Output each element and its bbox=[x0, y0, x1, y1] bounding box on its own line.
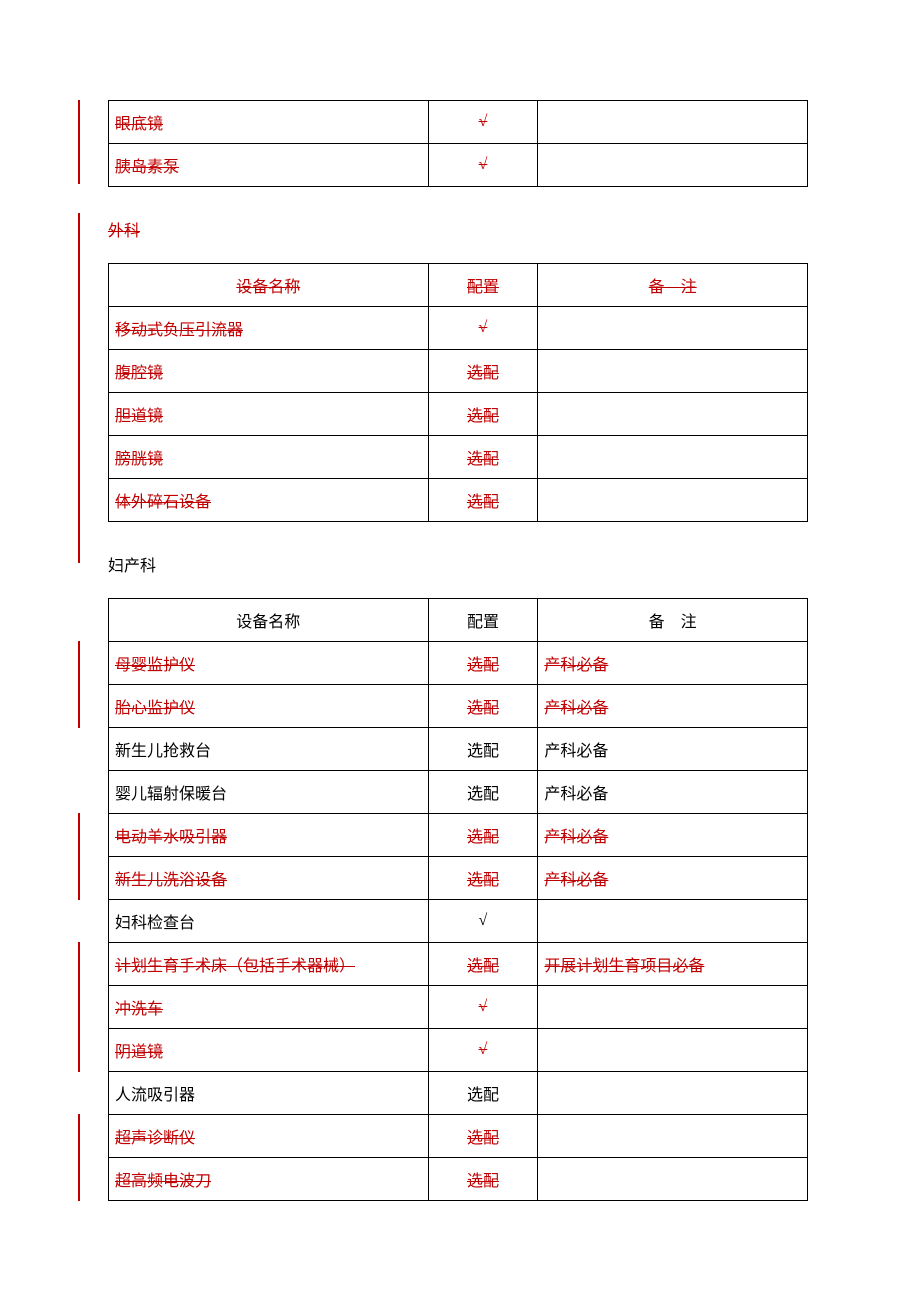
table-row: 婴儿辐射保暖台 选配 产科必备 bbox=[109, 771, 808, 814]
table-row: 超声诊断仪 选配 bbox=[109, 1115, 808, 1158]
cell-config: 选配 bbox=[467, 958, 499, 975]
table-row: 眼底镜 √ bbox=[109, 101, 808, 144]
cell-config: 选配 bbox=[467, 829, 499, 846]
cell-equipment-name: 计划生育手术床（包括手术器械） bbox=[115, 958, 355, 975]
cell-equipment-name: 妇科检查台 bbox=[115, 915, 195, 932]
text: 妇产科 bbox=[108, 558, 156, 575]
cell-note: 产科必备 bbox=[544, 700, 608, 717]
cell-config: √ bbox=[479, 998, 488, 1015]
cell-config: 选配 bbox=[467, 786, 499, 803]
revision-mark bbox=[78, 641, 80, 685]
cell-equipment-name: 膀胱镜 bbox=[115, 451, 163, 468]
cell-equipment-name: 新生儿抢救台 bbox=[115, 743, 211, 760]
cell-equipment-name: 胰岛素泵 bbox=[115, 159, 179, 176]
cell-config: 选配 bbox=[467, 451, 499, 468]
table-row: 胰岛素泵 √ bbox=[109, 144, 808, 187]
table-row: 阴道镜 √ bbox=[109, 1029, 808, 1072]
revision-mark bbox=[78, 813, 80, 857]
header-note: 备 注 bbox=[649, 279, 697, 296]
table-obgyn: 设备名称 配置 备 注 母婴监护仪选配产科必备胎心监护仪选配产科必备新生儿抢救台… bbox=[108, 598, 808, 1201]
cell-note: 产科必备 bbox=[544, 829, 608, 846]
cell-note: 开展计划生育项目必备 bbox=[544, 958, 704, 975]
revision-mark bbox=[78, 985, 80, 1029]
section-title-surgery: 外科 bbox=[108, 217, 808, 241]
table-row: 冲洗车 √ bbox=[109, 986, 808, 1029]
header-note: 备 注 bbox=[649, 614, 697, 631]
document-content: 眼底镜√胰岛素泵√ 外科 设备名称 配置 备 注 移动式负压引流器√腹腔镜选配胆… bbox=[108, 100, 808, 1201]
cell-config: 选配 bbox=[467, 700, 499, 717]
table-row: 胆道镜 选配 bbox=[109, 393, 808, 436]
header-config: 配置 bbox=[467, 614, 499, 631]
revision-mark bbox=[78, 213, 80, 563]
table-row: 体外碎石设备 选配 bbox=[109, 479, 808, 522]
table-row: 妇科检查台 √ bbox=[109, 900, 808, 943]
cell-config: √ bbox=[479, 1041, 488, 1058]
revision-mark bbox=[78, 942, 80, 986]
revision-mark bbox=[78, 1157, 80, 1201]
cell-config: √ bbox=[479, 113, 488, 130]
table-row: 超高频电波刀 选配 bbox=[109, 1158, 808, 1201]
table-row: 腹腔镜 选配 bbox=[109, 350, 808, 393]
table-surgery: 设备名称 配置 备 注 移动式负压引流器√腹腔镜选配胆道镜选配膀胱镜选配体外碎石… bbox=[108, 263, 808, 522]
table-fragment-top: 眼底镜 √ 胰岛素泵 √ bbox=[108, 100, 808, 187]
revision-mark bbox=[78, 1114, 80, 1158]
cell-config: 选配 bbox=[467, 872, 499, 889]
cell-note: 产科必备 bbox=[544, 657, 608, 674]
cell-config: 选配 bbox=[467, 408, 499, 425]
table-row: 人流吸引器 选配 bbox=[109, 1072, 808, 1115]
table-row: 移动式负压引流器 √ bbox=[109, 307, 808, 350]
cell-note: 产科必备 bbox=[544, 743, 608, 760]
table-row: 新生儿洗浴设备 选配 产科必备 bbox=[109, 857, 808, 900]
cell-note: 产科必备 bbox=[544, 872, 608, 889]
cell-config: 选配 bbox=[467, 365, 499, 382]
table-row: 母婴监护仪 选配 产科必备 bbox=[109, 642, 808, 685]
header-equipment-name: 设备名称 bbox=[236, 614, 300, 631]
cell-equipment-name: 眼底镜 bbox=[115, 116, 163, 133]
cell-equipment-name: 人流吸引器 bbox=[115, 1087, 195, 1104]
cell-equipment-name: 胎心监护仪 bbox=[115, 700, 195, 717]
table-header-row: 设备名称 配置 备 注 bbox=[109, 264, 808, 307]
table-row: 膀胱镜 选配 bbox=[109, 436, 808, 479]
cell-config: 选配 bbox=[467, 494, 499, 511]
cell-equipment-name: 超声诊断仪 bbox=[115, 1130, 195, 1147]
section-title-obgyn: 妇产科 bbox=[108, 552, 808, 576]
cell-equipment-name: 超高频电波刀 bbox=[115, 1173, 211, 1190]
cell-equipment-name: 电动羊水吸引器 bbox=[115, 829, 227, 846]
cell-equipment-name: 胆道镜 bbox=[115, 408, 163, 425]
revision-mark bbox=[78, 1028, 80, 1072]
header-config: 配置 bbox=[467, 279, 499, 296]
cell-equipment-name: 婴儿辐射保暖台 bbox=[115, 786, 227, 803]
table-row: 新生儿抢救台 选配 产科必备 bbox=[109, 728, 808, 771]
cell-equipment-name: 腹腔镜 bbox=[115, 365, 163, 382]
cell-config: 选配 bbox=[467, 743, 499, 760]
cell-equipment-name: 新生儿洗浴设备 bbox=[115, 872, 227, 889]
header-equipment-name: 设备名称 bbox=[236, 279, 300, 296]
cell-config: √ bbox=[479, 319, 488, 336]
cell-equipment-name: 冲洗车 bbox=[115, 1001, 163, 1018]
cell-equipment-name: 阴道镜 bbox=[115, 1044, 163, 1061]
table-header-row: 设备名称 配置 备 注 bbox=[109, 599, 808, 642]
cell-config: 选配 bbox=[467, 1130, 499, 1147]
cell-note: 产科必备 bbox=[544, 786, 608, 803]
table-row: 胎心监护仪 选配 产科必备 bbox=[109, 685, 808, 728]
revision-mark bbox=[78, 684, 80, 728]
text: 外科 bbox=[108, 223, 140, 240]
cell-config: 选配 bbox=[467, 657, 499, 674]
cell-config: 选配 bbox=[467, 1173, 499, 1190]
cell-config: √ bbox=[479, 912, 488, 929]
revision-mark bbox=[78, 856, 80, 900]
table-row: 计划生育手术床（包括手术器械） 选配 开展计划生育项目必备 bbox=[109, 943, 808, 986]
cell-equipment-name: 体外碎石设备 bbox=[115, 494, 211, 511]
table-row: 电动羊水吸引器 选配 产科必备 bbox=[109, 814, 808, 857]
cell-config: 选配 bbox=[467, 1087, 499, 1104]
cell-equipment-name: 移动式负压引流器 bbox=[115, 322, 243, 339]
cell-equipment-name: 母婴监护仪 bbox=[115, 657, 195, 674]
revision-mark bbox=[78, 100, 80, 184]
cell-config: √ bbox=[479, 156, 488, 173]
